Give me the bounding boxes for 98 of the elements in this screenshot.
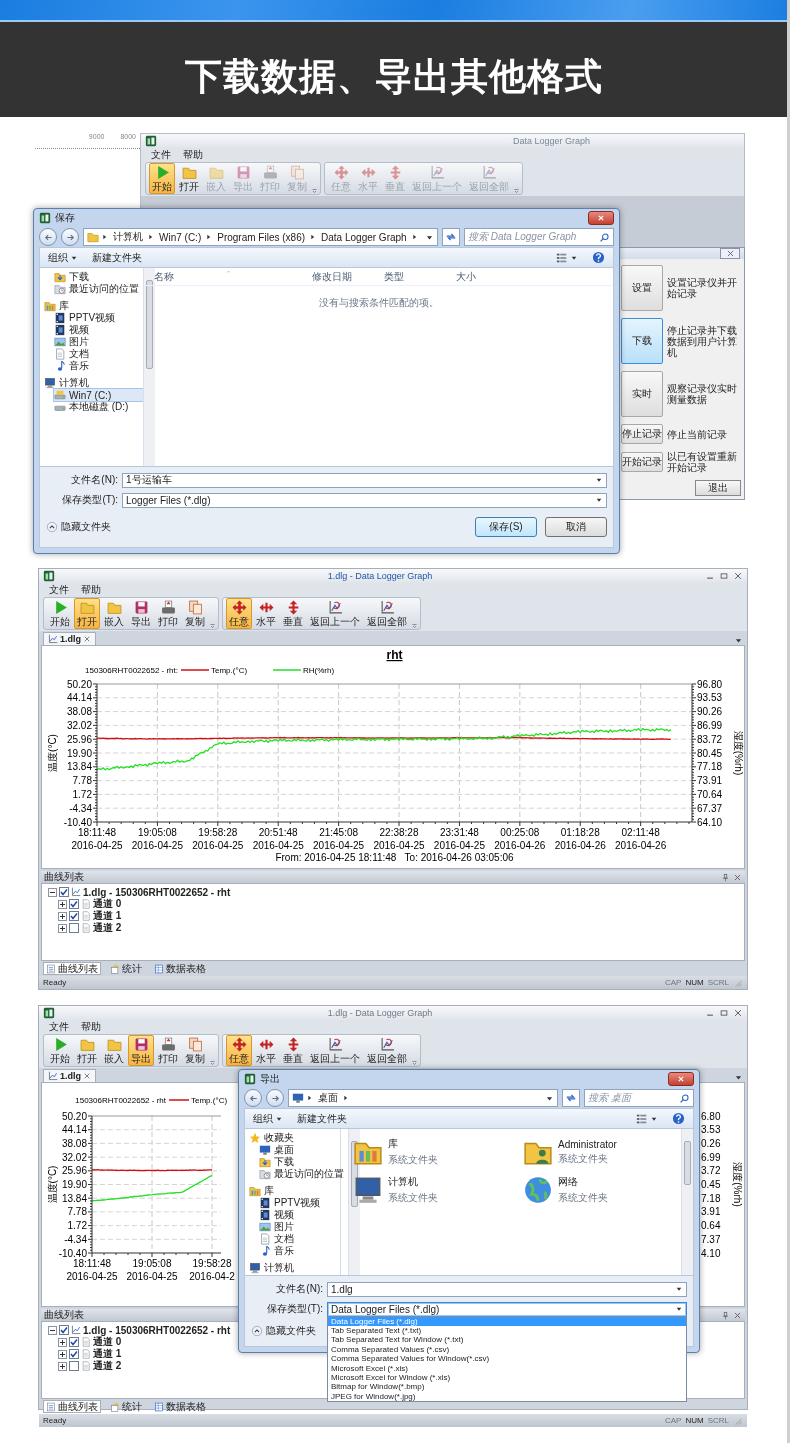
axis-title: 温度(°C) bbox=[47, 734, 58, 772]
field-label: 文件名(N): bbox=[275, 1282, 323, 1296]
tick-label: 50.20 bbox=[61, 1110, 87, 1122]
axis-title: 湿度(%rh) bbox=[733, 730, 744, 776]
status-text: Ready bbox=[43, 978, 68, 987]
tick-label: 19.90 bbox=[61, 1179, 87, 1190]
tick-label: 32.02 bbox=[66, 719, 92, 731]
tick-label: 19:58:28 2016-04-2 bbox=[189, 1258, 235, 1282]
tick-label: 50.20 bbox=[66, 678, 92, 690]
tick-label: 3.72 bbox=[701, 1165, 721, 1177]
tick-label: 86.99 bbox=[697, 719, 723, 731]
tick-label: 13.84 bbox=[66, 761, 92, 773]
tick-label: 38.08 bbox=[61, 1137, 87, 1149]
tick-label: 6.99 bbox=[701, 1151, 721, 1163]
status-indicator: NUM bbox=[685, 1416, 704, 1425]
tick-label: 3.53 bbox=[701, 1124, 721, 1136]
window-title: 1.dlg - Data Logger Graph bbox=[326, 1008, 434, 1018]
panel-title: 曲线列表 bbox=[44, 1308, 84, 1322]
tick-label: 25.96 bbox=[66, 733, 92, 745]
item-type: 系统文件夹 bbox=[388, 1191, 438, 1205]
tick-label: 64.10 bbox=[697, 816, 723, 828]
tick-label: 77.18 bbox=[697, 761, 723, 773]
status-indicator: SCRL bbox=[707, 978, 729, 987]
tick-label: 0.64 bbox=[701, 1220, 721, 1232]
tick-label: 19:05:08 2016-04-25 bbox=[126, 1258, 178, 1282]
empty-message: 没有与搜索条件匹配的项。 bbox=[317, 296, 440, 310]
tick-label: 1.72 bbox=[67, 1220, 87, 1232]
action-description: 停止记录并下载数据到用户计算机 bbox=[667, 324, 738, 358]
legend-text: Temp.(°C) bbox=[191, 1096, 228, 1105]
tick-label: 67.37 bbox=[697, 802, 723, 814]
status-indicator: NUM bbox=[685, 978, 704, 987]
item-type: 系统文件夹 bbox=[558, 1191, 608, 1205]
tick-label: 90.26 bbox=[697, 706, 723, 718]
legend-text: 150306RHT0022652 - rht: bbox=[85, 666, 178, 675]
action-description: 设置记录仪并开始记录 bbox=[667, 277, 738, 299]
legend-text: 150306RHT0022652 - rht bbox=[75, 1096, 166, 1105]
chart-title: rht bbox=[386, 648, 403, 662]
axis-title: From: 2016-04-25 18:11:48 To: 2016-04-26 03:05:06 bbox=[275, 852, 514, 863]
axis-title: 湿度(%rh) bbox=[732, 1162, 743, 1207]
tick-label: 25.96 bbox=[61, 1165, 87, 1177]
tick-label: 93.53 bbox=[697, 692, 723, 704]
tick-label: 21:45:08 2016-04-25 bbox=[313, 827, 365, 851]
dialog-title: 保存 bbox=[55, 211, 76, 225]
tick-label: 80.45 bbox=[697, 747, 723, 759]
tick-label: 01:18:28 2016-04-26 bbox=[554, 827, 606, 851]
tick-label: -10.40 bbox=[58, 1247, 87, 1259]
tick-label: 02:11:48 2016-04-26 bbox=[615, 827, 667, 851]
tick-label: 96.80 bbox=[697, 678, 723, 690]
tick-label: 83.72 bbox=[697, 733, 723, 745]
tick-label: 18:11:48 2016-04-25 bbox=[71, 827, 123, 851]
tick-label: -10.40 bbox=[63, 816, 92, 828]
item-type: 系统文件夹 bbox=[388, 1153, 438, 1167]
tick-label: 7.78 bbox=[72, 775, 92, 787]
field-label: 保存类型(T): bbox=[61, 493, 118, 507]
tick-label: 13.84 bbox=[61, 1192, 87, 1204]
action-description: 停止当前记录 bbox=[667, 428, 728, 440]
axis-title: 温度(°C) bbox=[47, 1165, 58, 1204]
tick-label: 23:31:48 2016-04-25 bbox=[433, 827, 485, 851]
tick-label: 38.08 bbox=[66, 706, 92, 718]
tick-label: 44.14 bbox=[61, 1124, 87, 1136]
field-label: 文件名(N): bbox=[70, 473, 118, 487]
item-type: 系统文件夹 bbox=[558, 1151, 609, 1166]
status-indicator: CAP bbox=[665, 1416, 682, 1425]
tick-label: 1.72 bbox=[72, 788, 92, 800]
legend-text: Temp.(°C) bbox=[211, 666, 248, 675]
tick-label: 70.64 bbox=[697, 788, 723, 800]
tick-label: 44.14 bbox=[66, 692, 92, 704]
tick-label: 7.37 bbox=[701, 1233, 721, 1245]
tick-label: 0.26 bbox=[701, 1137, 721, 1149]
status-indicator: CAP bbox=[665, 978, 682, 987]
panel-title: 曲线列表 bbox=[44, 870, 84, 884]
status-text: Ready bbox=[43, 1416, 68, 1425]
action-description: 观察记录仪实时测量数据 bbox=[667, 383, 738, 405]
tick-label: 73.91 bbox=[697, 775, 723, 787]
status-indicator: SCRL bbox=[707, 1416, 729, 1425]
tick-label: 32.02 bbox=[61, 1151, 87, 1163]
field-label: 保存类型(T): bbox=[266, 1302, 323, 1316]
tick-label: 19.90 bbox=[66, 747, 92, 759]
tick-label: 7.18 bbox=[701, 1192, 721, 1204]
window-title: 1.dlg - Data Logger Graph bbox=[326, 571, 434, 581]
tick-label: -4.34 bbox=[64, 1233, 87, 1245]
tick-label: 19:58:28 2016-04-25 bbox=[192, 827, 244, 851]
tick-label: 18:11:48 2016-04-25 bbox=[66, 1258, 118, 1282]
tick-label: 3.91 bbox=[701, 1206, 721, 1218]
tick-label: 22:38:28 2016-04-25 bbox=[373, 827, 425, 851]
tick-label: 20:51:48 2016-04-25 bbox=[252, 827, 304, 851]
tick-label: 0.45 bbox=[701, 1179, 721, 1190]
tick-label: 7.78 bbox=[67, 1206, 87, 1218]
legend-text: RH(%rh) bbox=[303, 666, 335, 675]
tick-label: 19:05:08 2016-04-25 bbox=[131, 827, 183, 851]
window-title: Data Logger Graph bbox=[511, 136, 591, 146]
tick-label: 6.80 bbox=[701, 1110, 721, 1122]
tick-label: 4.10 bbox=[701, 1247, 721, 1259]
dialog-title: 导出 bbox=[260, 1072, 281, 1086]
action-description: 以已有设置重新开始记录 bbox=[667, 451, 738, 473]
tick-label: 00:25:08 2016-04-26 bbox=[494, 827, 546, 851]
page-title: 下载数据、导出其他格式 bbox=[184, 53, 603, 100]
tick-label: -4.34 bbox=[69, 802, 92, 814]
